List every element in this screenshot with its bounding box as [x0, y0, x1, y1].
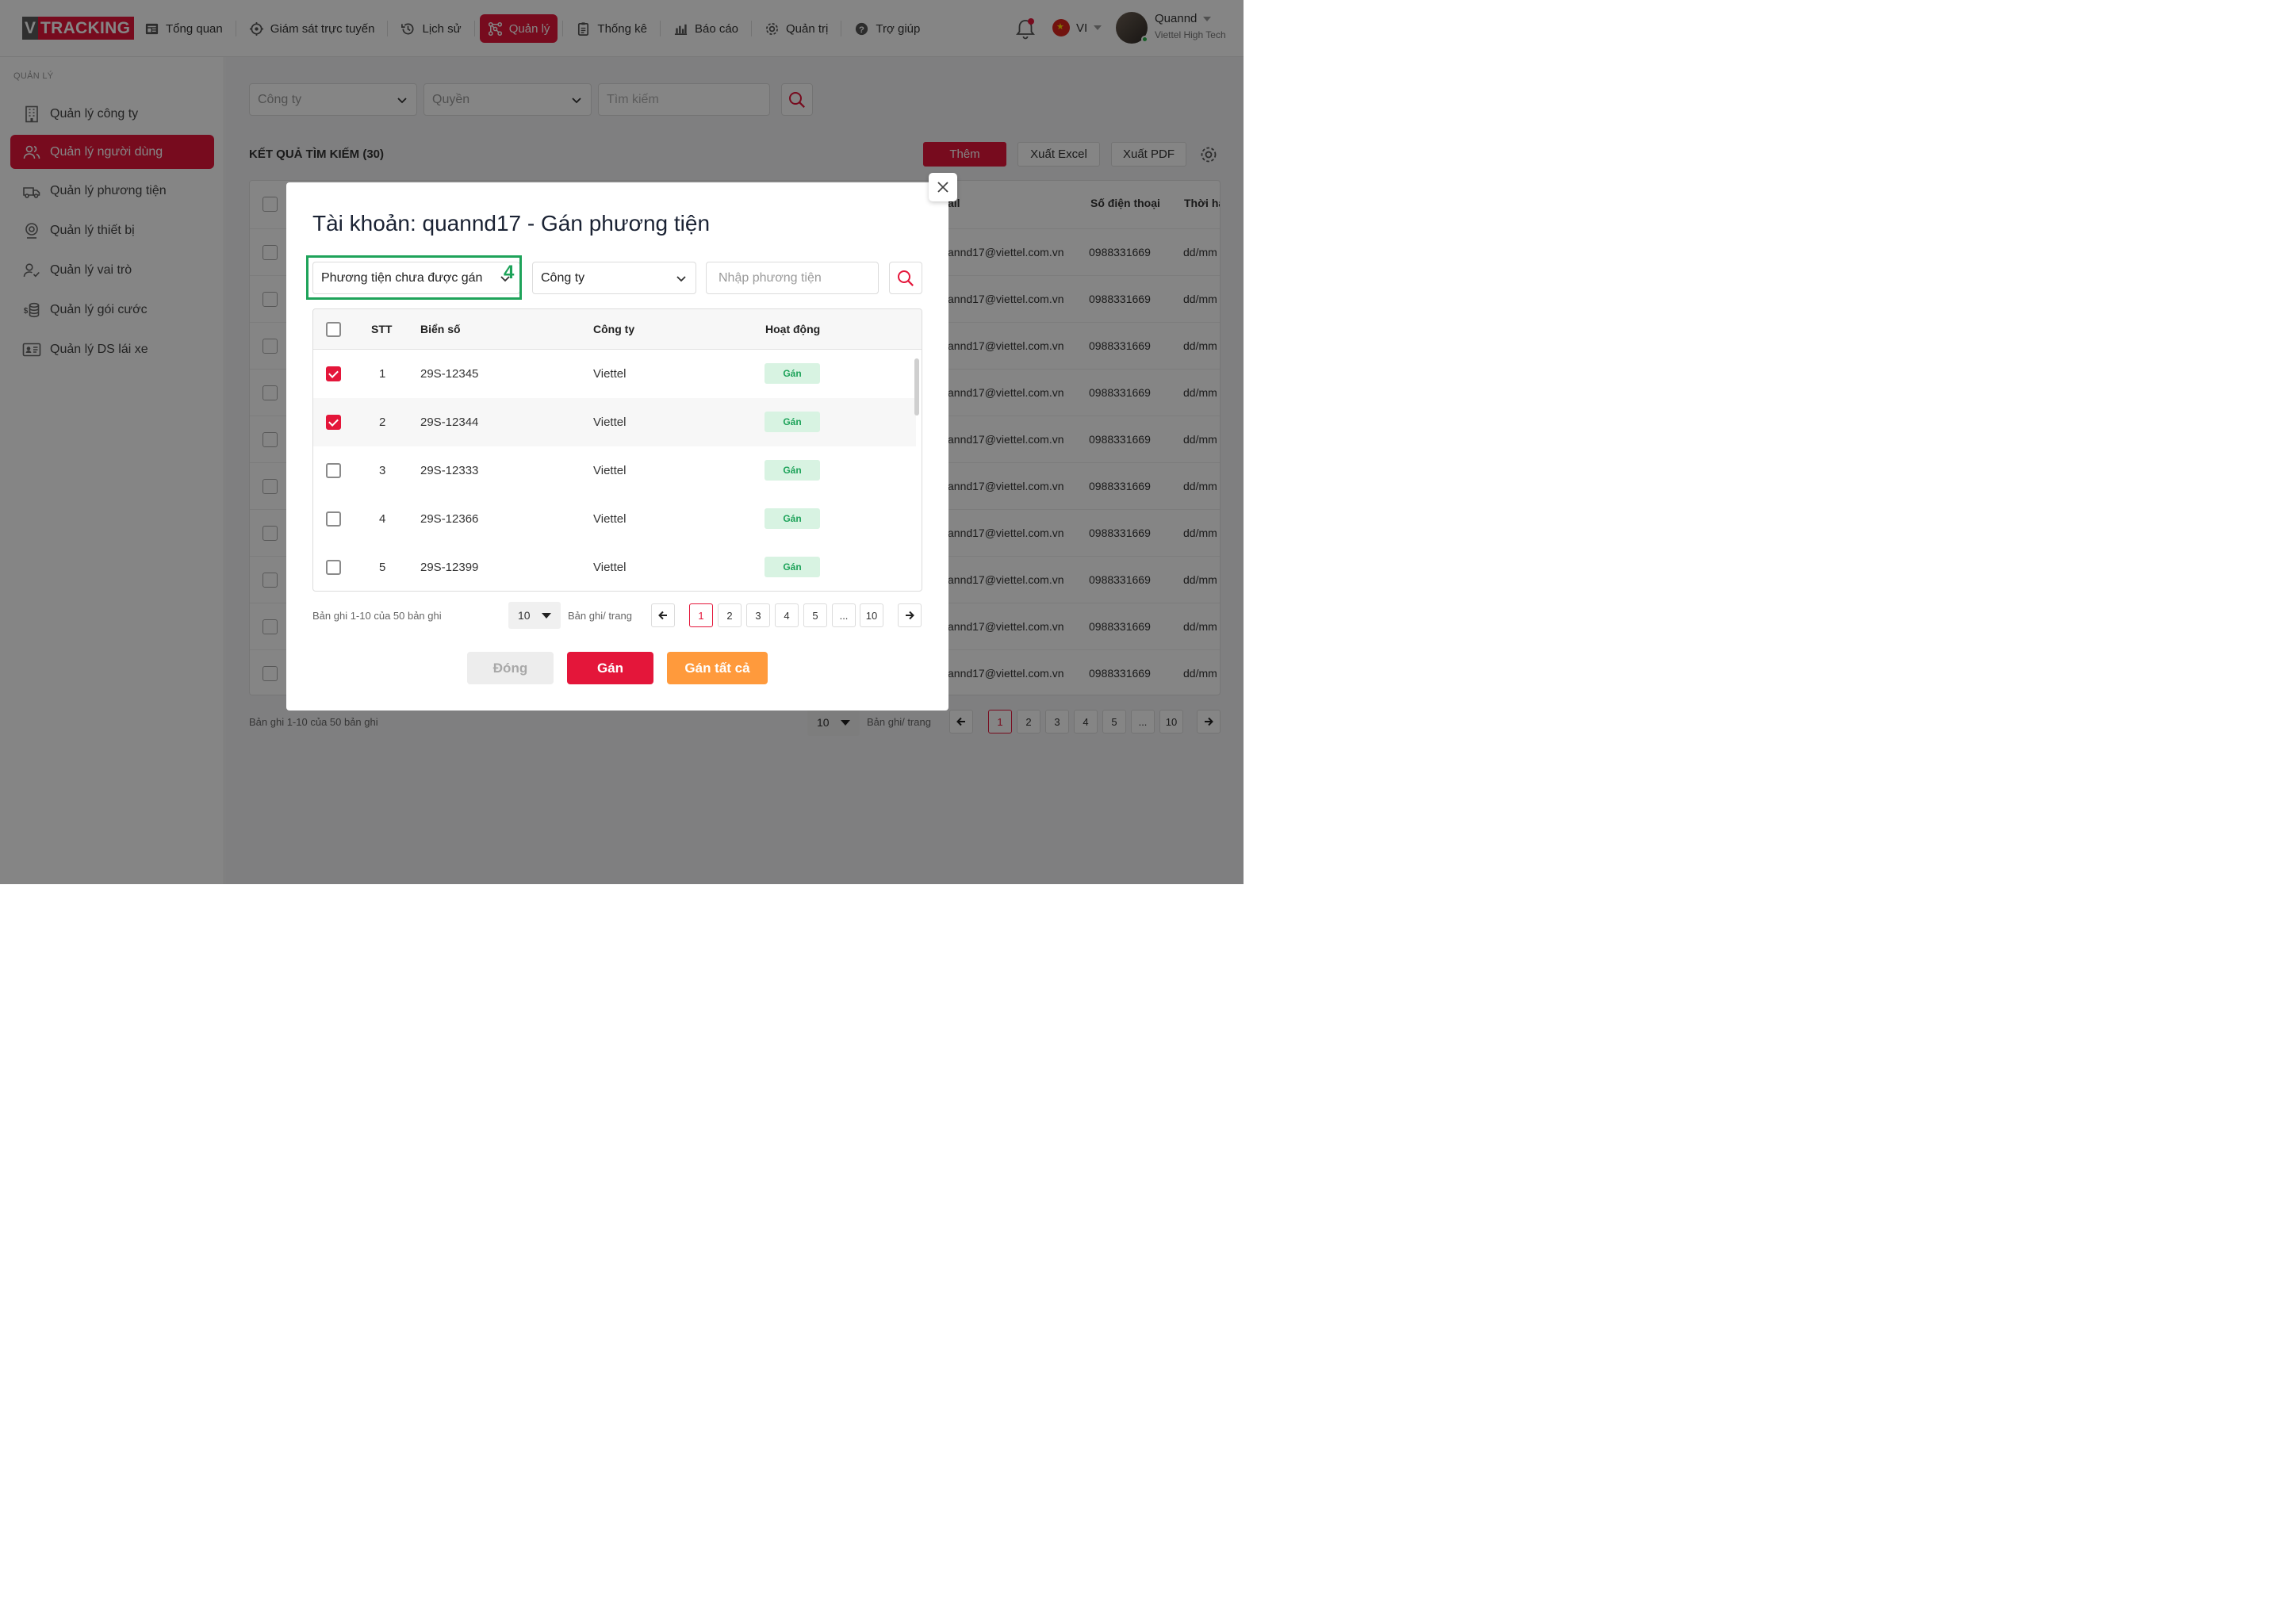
step-number-label: 4 — [504, 262, 515, 283]
page-size-value: 10 — [518, 609, 531, 622]
row-stt: 1 — [379, 367, 386, 381]
modal-title-separator: - — [527, 211, 535, 236]
modal-per-page-label: Bản ghi/ trang — [568, 610, 632, 622]
row-stt: 5 — [379, 561, 386, 574]
assign-row-button[interactable]: Gán — [765, 412, 820, 432]
table-row[interactable]: 4 29S-12366 Viettel Gán — [313, 495, 916, 543]
row-plate: 29S-12345 — [420, 367, 479, 381]
row-stt: 2 — [379, 416, 386, 429]
modal-page-button[interactable]: 5 — [803, 603, 827, 627]
column-header-plate: Biển số — [420, 323, 461, 335]
chevron-down-icon — [676, 275, 686, 282]
vehicle-search-input[interactable]: Nhập phương tiện — [706, 262, 879, 294]
modal-page-button[interactable]: 10 — [860, 603, 883, 627]
assign-row-button[interactable]: Gán — [765, 460, 820, 481]
vehicle-table: STT Biển số Công ty Hoạt động 1 29S-1234… — [312, 308, 922, 592]
modal-prev-page-button[interactable] — [651, 603, 675, 627]
modal-company-select[interactable]: Công ty — [532, 262, 696, 294]
column-header-company: Công ty — [593, 323, 635, 335]
row-checkbox[interactable] — [326, 366, 341, 381]
assign-row-button[interactable]: Gán — [765, 363, 820, 384]
vehicle-search-placeholder: Nhập phương tiện — [719, 270, 822, 285]
row-plate: 29S-12344 — [420, 416, 479, 429]
row-company: Viettel — [593, 367, 627, 381]
assign-vehicle-modal: Tài khoản: quannd17 - Gán phương tiện Ph… — [286, 182, 948, 710]
row-checkbox[interactable] — [326, 511, 341, 527]
modal-title-account: Tài khoản: quannd17 — [312, 211, 522, 236]
column-header-stt: STT — [371, 323, 393, 335]
vehicle-table-header: STT Biển số Công ty Hoạt động — [313, 309, 922, 350]
caret-down-icon — [542, 613, 551, 619]
row-checkbox[interactable] — [326, 560, 341, 575]
row-plate: 29S-12333 — [420, 464, 479, 477]
vertical-scrollbar[interactable] — [914, 358, 919, 416]
table-row[interactable]: 2 29S-12344 Viettel Gán — [313, 398, 916, 446]
modal-page-ellipsis: ... — [832, 603, 856, 627]
row-plate: 29S-12399 — [420, 561, 479, 574]
modal-page-button[interactable]: 1 — [689, 603, 713, 627]
row-stt: 4 — [379, 512, 386, 526]
search-icon — [898, 270, 914, 286]
arrow-right-icon — [906, 611, 914, 620]
table-row[interactable]: 5 29S-12399 Viettel Gán — [313, 543, 916, 591]
step-highlight-box — [306, 255, 522, 300]
row-company: Viettel — [593, 512, 627, 526]
row-plate: 29S-12366 — [420, 512, 479, 526]
table-row[interactable]: 1 29S-12345 Viettel Gán — [313, 350, 916, 398]
modal-company-value: Công ty — [541, 270, 585, 285]
row-checkbox[interactable] — [326, 463, 341, 478]
assign-button[interactable]: Gán — [567, 652, 653, 684]
modal-title: Tài khoản: quannd17 - Gán phương tiện — [312, 211, 710, 236]
modal-page-size-select[interactable]: 10 — [508, 602, 561, 629]
select-all-checkbox[interactable] — [326, 322, 341, 337]
row-company: Viettel — [593, 561, 627, 574]
arrow-left-icon — [658, 611, 667, 620]
modal-title-action: Gán phương tiện — [541, 211, 711, 236]
close-icon — [937, 182, 948, 193]
modal-page-button[interactable]: 3 — [746, 603, 770, 627]
row-checkbox[interactable] — [326, 415, 341, 430]
modal-next-page-button[interactable] — [898, 603, 922, 627]
column-header-action: Hoạt động — [765, 323, 821, 335]
assign-all-button[interactable]: Gán tất cả — [667, 652, 768, 684]
table-row[interactable]: 3 29S-12333 Viettel Gán — [313, 446, 916, 495]
row-stt: 3 — [379, 464, 386, 477]
close-button[interactable]: Đóng — [467, 652, 554, 684]
assign-row-button[interactable]: Gán — [765, 508, 820, 529]
vehicle-search-button[interactable] — [889, 262, 922, 294]
assign-row-button[interactable]: Gán — [765, 557, 820, 577]
modal-close-button[interactable] — [929, 173, 957, 201]
row-company: Viettel — [593, 464, 627, 477]
modal-page-button[interactable]: 4 — [775, 603, 799, 627]
modal-page-button[interactable]: 2 — [718, 603, 742, 627]
modal-pagination-summary: Bản ghi 1-10 của 50 bản ghi — [312, 610, 442, 622]
row-company: Viettel — [593, 416, 627, 429]
